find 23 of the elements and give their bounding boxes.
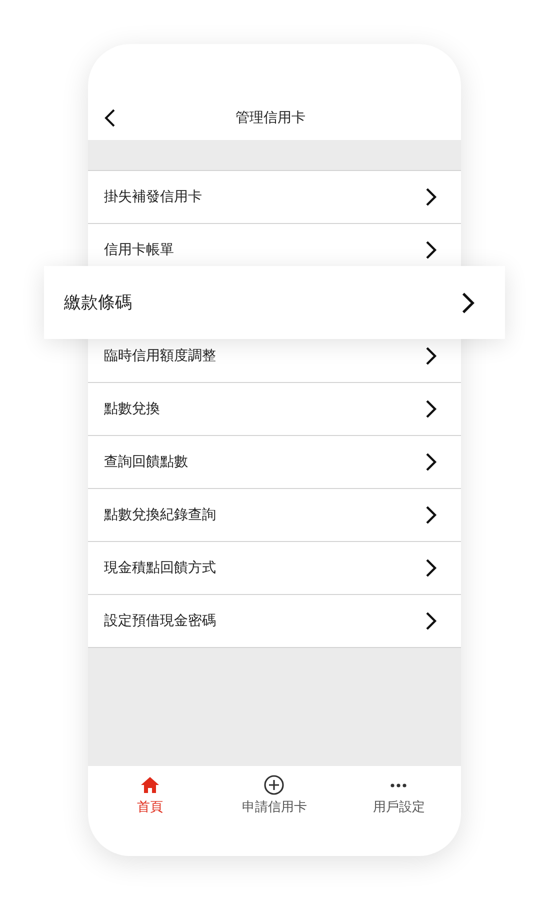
plus-circle-icon <box>264 775 284 795</box>
chevron-right-icon <box>425 452 437 472</box>
menu-item[interactable]: 點數兌換 <box>88 383 461 436</box>
chevron-right-icon <box>425 187 437 207</box>
menu-item[interactable]: 查詢回饋點數 <box>88 436 461 489</box>
tab[interactable]: 用戶設定 <box>336 774 461 817</box>
page-title: 管理信用卡 <box>234 109 306 127</box>
menu-item[interactable]: 點數兌換紀錄查詢 <box>88 489 461 542</box>
menu-item[interactable]: 現金積點回饋方式 <box>88 542 461 595</box>
chevron-right-icon <box>425 346 437 366</box>
highlighted-menu-item[interactable]: 繳款條碼 <box>44 266 505 339</box>
chevron-right-icon <box>425 505 437 525</box>
chevron-right-icon <box>461 290 475 314</box>
menu-item[interactable]: 掛失補發信用卡 <box>88 171 461 224</box>
chevron-right-icon <box>425 611 437 631</box>
home-icon <box>140 776 160 794</box>
tab[interactable]: 申請信用卡 <box>212 774 337 817</box>
more-icon <box>390 782 408 788</box>
menu-item[interactable]: 設定預借現金密碼 <box>88 595 461 648</box>
chevron-right-icon <box>425 399 437 419</box>
tab[interactable]: 首頁 <box>88 774 212 817</box>
chevron-right-icon <box>425 558 437 578</box>
chevron-right-icon <box>425 240 437 260</box>
